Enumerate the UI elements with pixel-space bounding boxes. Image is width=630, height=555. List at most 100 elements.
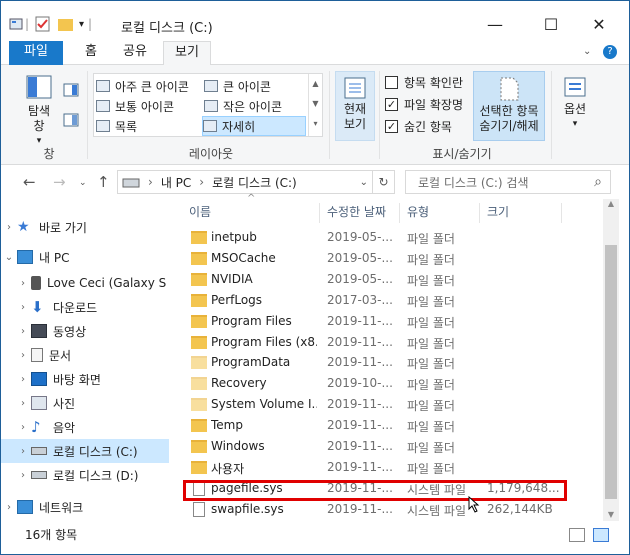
chevron-right-icon[interactable]: ›	[15, 422, 31, 433]
vertical-scrollbar[interactable]: ▲ ▼	[603, 199, 619, 521]
table-row[interactable]: NVIDIA 2019-05-... 파일 폴더	[181, 269, 581, 290]
column-divider[interactable]	[319, 203, 320, 223]
table-row[interactable]: swapfile.sys 2019-11-... 시스템 파일 262,144KB	[181, 499, 581, 520]
hide-selected-button[interactable]: 선택한 항목 숨기기/해제	[473, 71, 545, 141]
tab-file[interactable]: 파일	[9, 41, 63, 65]
checkmark-icon[interactable]	[35, 16, 51, 32]
tab-home[interactable]: 홈	[73, 41, 109, 65]
scroll-down-icon[interactable]: ▼	[603, 510, 619, 519]
list-icon	[96, 120, 110, 132]
chevron-right-icon[interactable]: ›	[15, 326, 31, 337]
table-row[interactable]: Windows 2019-11-... 파일 폴더	[181, 436, 581, 457]
address-bar[interactable]: › 내 PC › 로컬 디스크 (C:) ⌄ ↻	[117, 170, 395, 194]
layout-gallery-scroll[interactable]: ▲ ▼ ▾	[308, 74, 322, 136]
back-arrow-icon[interactable]: ←	[23, 173, 36, 191]
large-icons-view-icon[interactable]	[593, 528, 609, 542]
chevron-down-icon[interactable]: ⌄	[1, 252, 17, 263]
scroll-up-icon[interactable]: ▲	[603, 199, 619, 208]
tab-view[interactable]: 보기	[163, 41, 211, 66]
search-input[interactable]: 로컬 디스크 (C:) 검색 ⌕	[405, 170, 611, 194]
forward-arrow-icon[interactable]: →	[53, 173, 66, 191]
chevron-right-icon[interactable]: ›	[15, 350, 31, 361]
table-row[interactable]: Temp 2019-11-... 파일 폴더	[181, 415, 581, 436]
column-divider[interactable]	[479, 203, 480, 223]
chevron-down-icon[interactable]: ⌄	[583, 46, 591, 57]
table-row[interactable]: PerfLogs 2017-03-... 파일 폴더	[181, 290, 581, 311]
status-bar: 16개 항목	[1, 521, 629, 553]
chevron-down-icon[interactable]: ⌄	[360, 177, 368, 188]
table-row[interactable]: MSOCache 2019-05-... 파일 폴더	[181, 248, 581, 269]
layout-large-icons[interactable]: 큰 아이콘	[204, 76, 314, 96]
chevron-right-icon[interactable]: ›	[1, 502, 17, 513]
highlight-annotation	[183, 480, 567, 501]
nav-item-this-pc[interactable]: ⌄ 내 PC	[1, 245, 169, 269]
chevron-right-icon[interactable]: ›	[15, 398, 31, 409]
current-view-button[interactable]: 현재 보기	[335, 71, 375, 141]
nav-pane-button[interactable]: 탐색 창 ▾	[17, 75, 61, 149]
table-row[interactable]: 사용자 2019-11-... 파일 폴더	[181, 457, 581, 478]
nav-item-downloads[interactable]: › ⬇ 다운로드	[1, 295, 169, 319]
details-pane-icon[interactable]	[63, 113, 79, 127]
up-arrow-icon[interactable]: ↑	[97, 173, 110, 191]
nav-item-phone[interactable]: › Love Ceci (Galaxy S	[1, 271, 169, 295]
close-button[interactable]: ✕	[579, 9, 619, 39]
table-row[interactable]: System Volume I... 2019-11-... 파일 폴더	[181, 394, 581, 415]
chevron-right-icon[interactable]: ›	[15, 374, 31, 385]
layout-details[interactable]: 자세히	[202, 116, 306, 136]
scroll-thumb[interactable]	[605, 245, 617, 499]
column-header-type[interactable]: 유형	[407, 199, 429, 225]
recent-locations-icon[interactable]: ⌄	[79, 178, 87, 188]
item-checkbox-toggle[interactable]: 항목 확인란	[385, 73, 463, 91]
layout-medium-icons[interactable]: 보통 아이콘	[96, 96, 200, 116]
nav-item-documents[interactable]: › 문서	[1, 343, 169, 367]
column-header-date[interactable]: 수정한 날짜	[327, 199, 386, 225]
checkbox-label: 파일 확장명	[404, 97, 464, 112]
options-button[interactable]: 옵션 ▾	[557, 75, 593, 132]
nav-item-desktop[interactable]: › 바탕 화면	[1, 367, 169, 391]
layout-small-icons[interactable]: 작은 아이콘	[204, 96, 314, 116]
column-divider[interactable]	[561, 203, 562, 223]
chevron-right-icon[interactable]: ›	[15, 278, 31, 289]
maximize-button[interactable]: ☐	[531, 9, 571, 39]
folder-icon	[191, 419, 207, 433]
tab-share[interactable]: 공유	[117, 41, 153, 65]
group-divider	[379, 71, 380, 159]
chevron-right-icon[interactable]: ›	[15, 470, 31, 481]
nav-item-music[interactable]: › ♪ 음악	[1, 415, 169, 439]
nav-item-pictures[interactable]: › 사진	[1, 391, 169, 415]
hidden-items-toggle[interactable]: ✓ 숨긴 항목	[385, 117, 452, 135]
column-header-name[interactable]: 이름	[189, 199, 211, 225]
properties-icon[interactable]	[9, 16, 25, 32]
table-row[interactable]: inetpub 2019-05-... 파일 폴더	[181, 227, 581, 248]
column-divider[interactable]	[399, 203, 400, 223]
layout-extra-large-icons[interactable]: 아주 큰 아이콘	[96, 76, 200, 96]
table-row[interactable]: Program Files 2019-11-... 파일 폴더	[181, 311, 581, 332]
new-folder-icon[interactable]	[57, 16, 75, 32]
nav-item-drive-c[interactable]: › 로컬 디스크 (C:)	[1, 439, 169, 463]
table-row[interactable]: ProgramData 2019-11-... 파일 폴더	[181, 352, 581, 373]
minimize-button[interactable]: —	[475, 9, 515, 39]
file-extension-toggle[interactable]: ✓ 파일 확장명	[385, 95, 463, 113]
details-view-icon[interactable]	[569, 528, 585, 542]
column-header-size[interactable]: 크기	[487, 199, 509, 225]
nav-item-quick-access[interactable]: › ★ 바로 가기	[1, 215, 169, 239]
refresh-icon[interactable]: ↻	[372, 171, 394, 193]
table-row[interactable]: Program Files (x8... 2019-11-... 파일 폴더	[181, 332, 581, 353]
chevron-right-icon[interactable]: ›	[15, 302, 31, 313]
nav-item-videos[interactable]: › 동영상	[1, 319, 169, 343]
chevron-right-icon[interactable]: ›	[15, 446, 31, 457]
nav-pane-icon	[26, 75, 52, 99]
hide-selected-icon	[500, 77, 519, 101]
chevron-right-icon[interactable]: ›	[1, 222, 17, 233]
search-icon[interactable]: ⌕	[594, 174, 602, 190]
file-type: 파일 폴더	[407, 315, 455, 330]
layout-list[interactable]: 목록	[96, 116, 200, 136]
table-row[interactable]: Recovery 2019-10-... 파일 폴더	[181, 373, 581, 394]
breadcrumb-drive[interactable]: 로컬 디스크 (C:)	[212, 174, 297, 191]
help-icon[interactable]: ?	[603, 45, 617, 59]
nav-item-drive-d[interactable]: › 로컬 디스크 (D:)	[1, 463, 169, 487]
nav-item-network[interactable]: › 네트워크	[1, 495, 169, 519]
breadcrumb-pc[interactable]: 내 PC	[161, 174, 191, 191]
preview-pane-icon[interactable]	[63, 83, 79, 97]
chevron-down-icon[interactable]: ▾	[79, 19, 84, 30]
